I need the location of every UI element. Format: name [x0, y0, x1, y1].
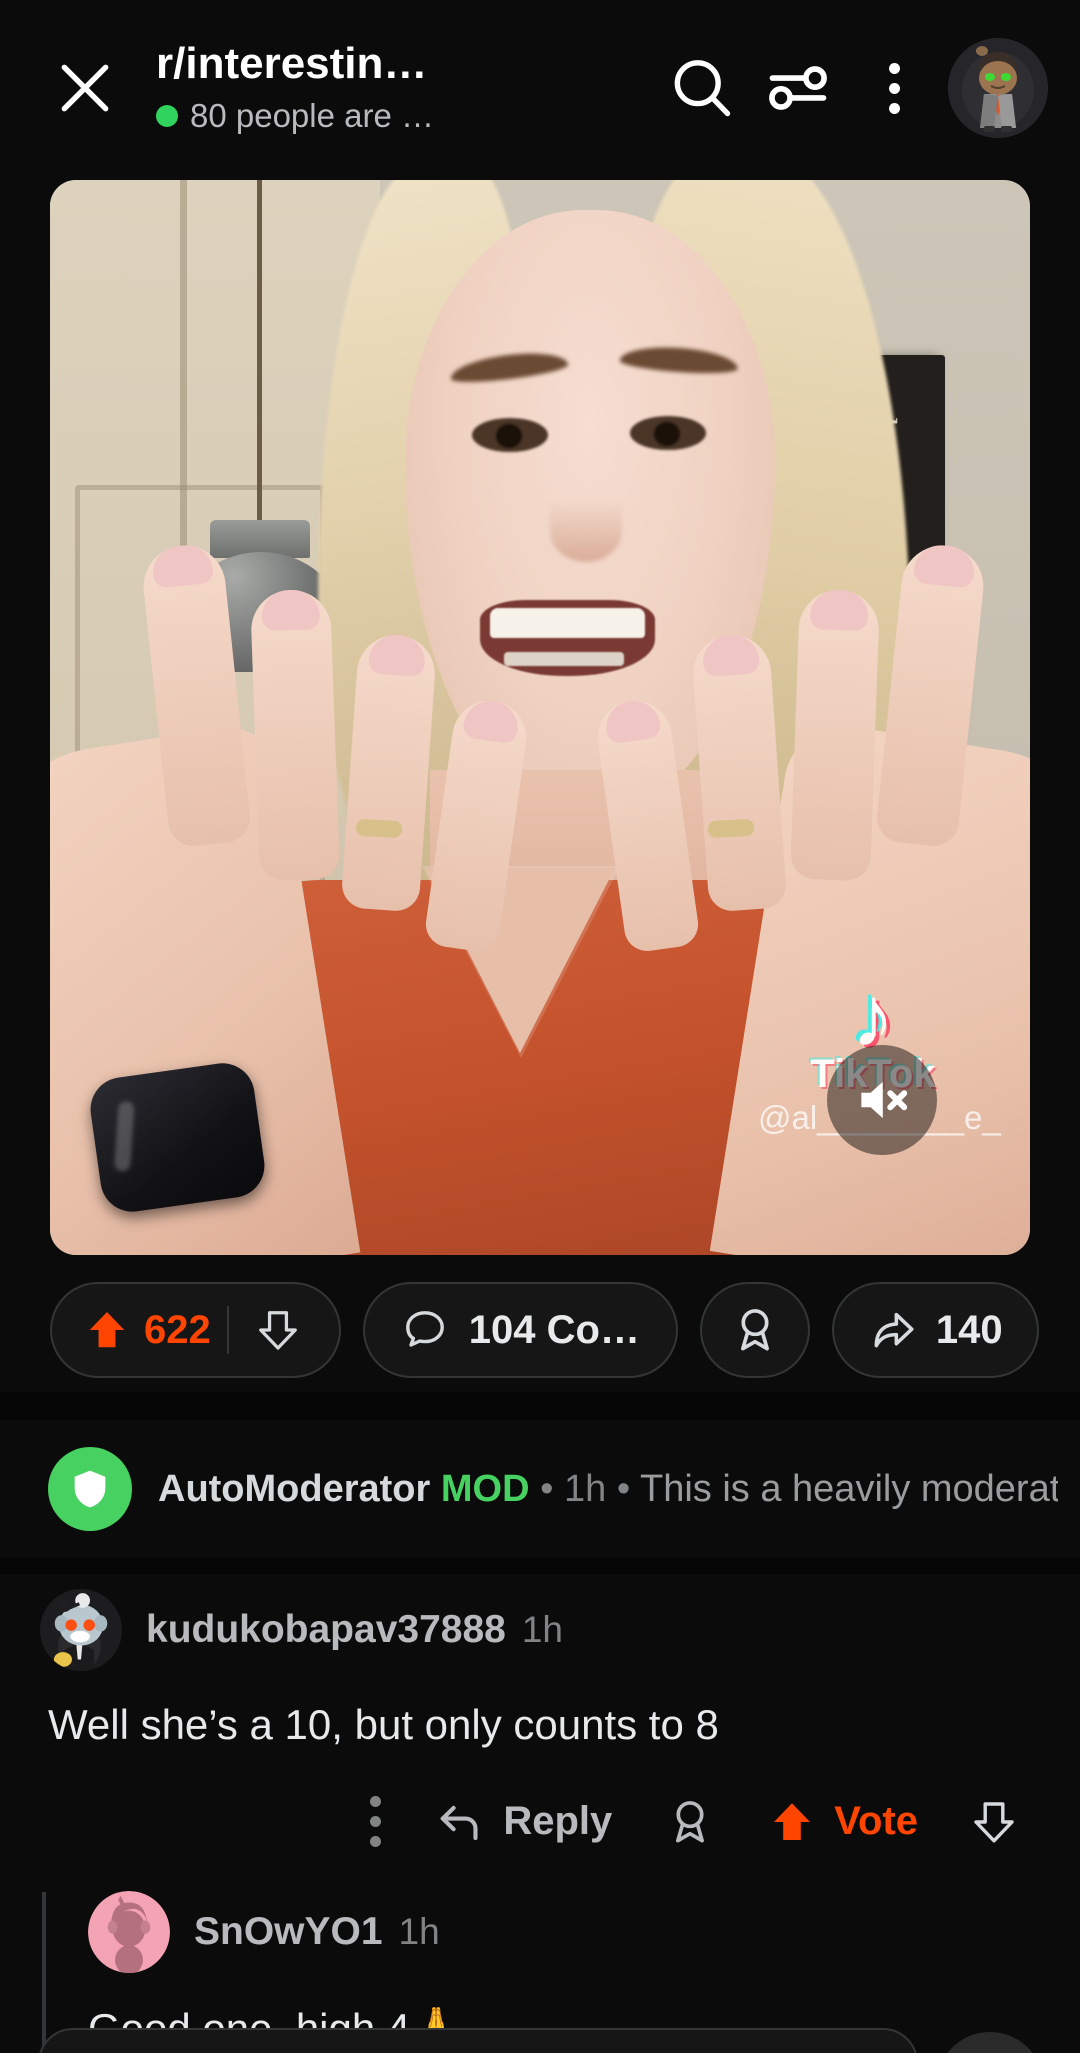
comment-award-button[interactable] — [638, 1779, 742, 1865]
mod-tag: MOD — [440, 1467, 530, 1510]
more-vertical-icon — [370, 1796, 382, 1848]
thread-line — [42, 1892, 46, 2052]
teeth-upper — [490, 608, 645, 638]
comment-actions: Reply Vote — [0, 1753, 1080, 1865]
downvote-arrow-icon — [258, 1311, 297, 1350]
finger-r2 — [789, 588, 881, 882]
share-count: 140 — [935, 1307, 1003, 1352]
comment-composer-input[interactable] — [38, 2028, 918, 2053]
reddit-post-screen: r/interestin… 80 people are … ♪ TikTok @… — [0, 0, 1080, 2053]
overflow-menu-button[interactable] — [846, 40, 942, 136]
automod-username: AutoModerator — [158, 1467, 431, 1510]
upvote-arrow-icon — [89, 1311, 125, 1348]
comment-downvote-button[interactable] — [944, 1779, 1044, 1865]
vote-label: Vote — [834, 1799, 918, 1844]
ring-left — [355, 818, 403, 839]
teeth-lower — [504, 652, 624, 666]
header-actions — [654, 0, 1080, 176]
smartwatch — [86, 1059, 269, 1216]
comment-header[interactable]: SnOwYO1 1h — [0, 1880, 1080, 1984]
comment-overflow-button[interactable] — [344, 1779, 407, 1865]
online-status-row: 80 people are … — [156, 97, 456, 135]
award-icon — [740, 1309, 769, 1351]
more-vertical-icon — [888, 62, 900, 114]
search-icon — [674, 60, 731, 117]
automod-sep-1: • — [540, 1467, 554, 1510]
comment-header[interactable]: kudukobapav37888 1h — [0, 1580, 1080, 1680]
share-button[interactable]: 140 — [831, 1282, 1039, 1378]
snoo-avatar-gray-icon — [40, 1589, 122, 1671]
mouth — [480, 600, 655, 676]
comments-count-label: 104 Co… — [468, 1307, 640, 1352]
share-arrow-icon — [874, 1312, 914, 1348]
avatar[interactable] — [40, 1589, 122, 1671]
section-divider — [0, 1392, 1080, 1420]
snoo-avatar-pink-icon — [88, 1891, 170, 1973]
subreddit-title: r/interestin… — [156, 41, 428, 88]
vote-pill: 622 — [50, 1282, 341, 1378]
header-titles[interactable]: r/interestin… 80 people are … — [156, 41, 456, 134]
award-button[interactable] — [699, 1282, 810, 1378]
reply-label: Reply — [503, 1799, 613, 1844]
automod-comment[interactable]: AutoModerator MOD • 1h • This is a heavi… — [0, 1420, 1080, 1558]
comment-body: Well she’s a 10, but only counts to 8 — [48, 1701, 719, 1748]
comment-username[interactable]: SnOwYO1 — [194, 1910, 383, 1954]
sort-filter-icon — [769, 66, 827, 110]
comment-bubble-icon — [405, 1311, 444, 1347]
close-button[interactable] — [30, 33, 140, 143]
comment-timestamp: 1h — [521, 1609, 563, 1650]
downvote-arrow-icon — [974, 1801, 1014, 1843]
online-status-text: 80 people are … — [190, 96, 435, 134]
reply-button[interactable]: Reply — [407, 1779, 638, 1865]
sort-button[interactable] — [750, 40, 846, 136]
upvote-button[interactable]: 622 — [64, 1307, 227, 1353]
comments-divider — [0, 1558, 1080, 1574]
mute-button[interactable] — [827, 1045, 937, 1155]
comment-item: kudukobapav37888 1h Well she’s a 10, but… — [0, 1580, 1080, 1865]
online-dot-icon — [156, 104, 178, 127]
comment-username[interactable]: kudukobapav37888 — [146, 1608, 506, 1652]
moderator-badge — [48, 1447, 132, 1531]
snoo-avatar-icon — [948, 38, 1048, 138]
pendant-lamp-cord — [257, 180, 262, 520]
comment-upvote-button[interactable]: Vote — [742, 1779, 944, 1865]
award-icon — [676, 1800, 705, 1843]
reply-arrow-icon — [441, 1805, 478, 1840]
finger-l2 — [249, 588, 341, 882]
volume-muted-icon — [861, 1081, 908, 1119]
ring-right — [707, 818, 755, 839]
upvote-count: 622 — [144, 1307, 211, 1352]
avatar[interactable] — [88, 1891, 170, 1973]
automod-timestamp: 1h — [563, 1467, 607, 1510]
post-video[interactable]: abc xy ♪ TikTok — [50, 180, 1030, 1255]
search-button[interactable] — [654, 40, 750, 136]
automod-text-row: AutoModerator MOD • 1h • This is a heavi… — [158, 1468, 1058, 1511]
comments-button[interactable]: 104 Co… — [362, 1282, 678, 1378]
avatar[interactable] — [948, 38, 1048, 138]
downvote-button[interactable] — [229, 1307, 327, 1353]
eye-left — [472, 418, 548, 452]
post-action-bar: 622 104 Co… 140 — [0, 1275, 1080, 1385]
automod-body: This is a heavily moderat… — [640, 1467, 1058, 1510]
comment-timestamp: 1h — [398, 1911, 440, 1952]
automod-sep-2: • — [616, 1467, 631, 1510]
upvote-arrow-icon — [774, 1802, 811, 1840]
app-header: r/interestin… 80 people are … — [0, 0, 1080, 176]
eye-right — [630, 416, 706, 450]
nose — [550, 500, 622, 562]
close-icon — [61, 64, 109, 112]
shield-icon — [74, 1470, 106, 1508]
